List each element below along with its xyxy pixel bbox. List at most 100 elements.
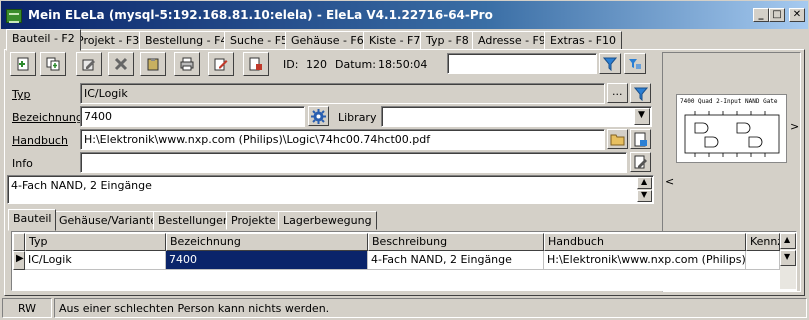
pencil-icon bbox=[634, 155, 647, 169]
filter-button[interactable] bbox=[599, 53, 621, 74]
delete-icon bbox=[114, 57, 128, 71]
table-vertical-scrollbar[interactable]: ▲ ▼ bbox=[780, 233, 796, 289]
tab-bestellung[interactable]: Bestellung - F4 bbox=[139, 31, 234, 50]
row-indicator-header bbox=[13, 233, 25, 251]
tab-typ[interactable]: Typ - F8 bbox=[420, 31, 475, 50]
scroll-up-button[interactable]: ▲ bbox=[637, 177, 652, 189]
window-title: Mein ELeLa (mysql-5:192.168.81.10:elela)… bbox=[28, 8, 493, 22]
handbuch-field[interactable]: H:\Elektronik\www.nxp.com (Philips)\Logi… bbox=[80, 129, 605, 150]
close-button[interactable]: ✕ bbox=[789, 8, 805, 22]
scroll-up-icon: ▲ bbox=[641, 177, 648, 186]
export-button[interactable] bbox=[243, 52, 269, 76]
beschreibung-scrollbar[interactable]: ▲ ▼ bbox=[637, 177, 652, 202]
copy-record-button[interactable] bbox=[40, 52, 66, 76]
id-label: ID: bbox=[283, 58, 299, 71]
maximize-button[interactable]: □ bbox=[769, 8, 785, 22]
filter-icon bbox=[634, 87, 648, 101]
typ-filter-button[interactable] bbox=[630, 83, 651, 103]
document-icon bbox=[634, 132, 647, 147]
detail-tab-gehaeuse-variante[interactable]: Gehäuse/Variante bbox=[54, 211, 162, 230]
title-bar[interactable]: Mein ELeLa (mysql-5:192.168.81.10:elela)… bbox=[0, 0, 809, 30]
row-indicator[interactable]: ▶ bbox=[13, 251, 25, 270]
info-field[interactable] bbox=[80, 152, 627, 173]
tab-projekt[interactable]: Projekt - F3 bbox=[71, 31, 146, 50]
filter-clear-icon bbox=[629, 59, 641, 69]
document-export-icon bbox=[249, 57, 262, 71]
open-document-button[interactable] bbox=[630, 129, 651, 149]
detail-tab-bauteil[interactable]: Bauteil bbox=[8, 209, 57, 231]
detail-tab-lagerbewegung[interactable]: Lagerbewegung bbox=[278, 211, 377, 230]
status-message: Aus einer schlechten Person kann nichts … bbox=[54, 298, 807, 318]
table-scroll-up-button[interactable]: ▲ bbox=[780, 233, 796, 249]
search-input[interactable] bbox=[447, 53, 597, 74]
clipboard-icon bbox=[147, 58, 159, 71]
copy-icon bbox=[46, 57, 60, 71]
scroll-down-button[interactable]: ▼ bbox=[637, 190, 652, 202]
table-scroll-down-button[interactable]: ▼ bbox=[780, 250, 796, 266]
save-button[interactable] bbox=[140, 52, 166, 76]
typ-browse-button[interactable]: ... bbox=[607, 83, 628, 103]
library-dropdown-button[interactable]: ▼ bbox=[634, 108, 650, 125]
folder-icon bbox=[610, 134, 625, 146]
pencil-note-icon bbox=[214, 58, 228, 71]
tab-suche[interactable]: Suche - F5 bbox=[224, 31, 295, 50]
delete-button[interactable] bbox=[108, 52, 134, 76]
cell-typ[interactable]: IC/Logik bbox=[25, 251, 166, 270]
new-icon bbox=[17, 57, 29, 71]
detail-tab-projekte[interactable]: Projekte bbox=[226, 211, 281, 230]
scroll-up-icon: ▲ bbox=[784, 235, 791, 244]
cell-beschreibung[interactable]: 4-Fach NAND, 2 Eingänge bbox=[368, 251, 544, 270]
notes-button[interactable] bbox=[208, 52, 234, 76]
gear-icon bbox=[311, 109, 326, 124]
tab-adresse[interactable]: Adresse - F9 bbox=[472, 31, 552, 50]
typ-field[interactable]: IC/Logik bbox=[80, 83, 605, 104]
typ-browse-label: ... bbox=[612, 85, 623, 98]
open-folder-button[interactable] bbox=[607, 129, 628, 149]
tab-kiste[interactable]: Kiste - F7 bbox=[363, 31, 427, 50]
id-value: 120 bbox=[306, 58, 327, 71]
detail-tab-bestellungen[interactable]: Bestellungen bbox=[153, 211, 235, 230]
parts-table[interactable]: Typ Bezeichnung Beschreibung Handbuch Ke… bbox=[11, 231, 797, 291]
tab-gehaeuse[interactable]: Gehäuse - F6 bbox=[285, 31, 370, 50]
filter-clear-button[interactable] bbox=[624, 53, 646, 74]
tab-extras[interactable]: Extras - F10 bbox=[544, 31, 623, 50]
typ-label: Typ bbox=[12, 88, 31, 101]
datasheet-image: 7400 Quad 2-Input NAND Gate bbox=[676, 94, 787, 163]
status-mode: RW bbox=[2, 298, 52, 318]
cell-bezeichnung[interactable]: 7400 bbox=[166, 251, 368, 270]
column-header-typ[interactable]: Typ bbox=[25, 233, 166, 251]
bezeichnung-label: Bezeichnung bbox=[12, 111, 83, 124]
filter-icon bbox=[603, 57, 617, 71]
current-row-icon: ▶ bbox=[16, 253, 24, 264]
library-select[interactable] bbox=[381, 106, 652, 127]
column-header-bezeichnung[interactable]: Bezeichnung bbox=[166, 233, 368, 251]
settings-button[interactable] bbox=[308, 106, 329, 126]
typ-label-text: Typ bbox=[12, 88, 31, 101]
info-edit-button[interactable] bbox=[630, 152, 651, 172]
status-bar: RW Aus einer schlechten Person kann nich… bbox=[0, 298, 809, 320]
column-header-beschreibung[interactable]: Beschreibung bbox=[368, 233, 544, 251]
scroll-down-icon: ▼ bbox=[641, 190, 648, 199]
column-header-handbuch[interactable]: Handbuch bbox=[544, 233, 746, 251]
bezeichnung-field[interactable]: 7400 bbox=[80, 106, 305, 127]
print-button[interactable] bbox=[174, 52, 200, 76]
cell-kennz[interactable] bbox=[746, 251, 780, 270]
info-label: Info bbox=[12, 157, 33, 170]
chevron-down-icon: ▼ bbox=[638, 110, 645, 120]
new-record-button[interactable] bbox=[10, 52, 36, 76]
scroll-down-icon: ▼ bbox=[784, 252, 791, 261]
printer-icon bbox=[180, 57, 194, 71]
datum-value: 18:50:04 bbox=[378, 58, 428, 71]
column-header-kennz[interactable]: Kennz bbox=[746, 233, 780, 251]
nand-gate-diagram bbox=[684, 111, 780, 157]
app-icon bbox=[6, 9, 22, 23]
edit-icon bbox=[82, 59, 95, 71]
tab-bauteil[interactable]: Bauteil - F2 bbox=[6, 29, 81, 51]
minimize-button[interactable]: _ bbox=[753, 8, 769, 22]
beschreibung-textarea[interactable]: 4-Fach NAND, 2 Eingänge bbox=[7, 175, 654, 204]
edit-record-button[interactable] bbox=[76, 52, 102, 76]
library-label: Library bbox=[338, 111, 377, 124]
preview-prev-icon: < bbox=[665, 175, 675, 188]
cell-handbuch[interactable]: H:\Elektronik\www.nxp.com (Philips)\Logi bbox=[544, 251, 746, 270]
datasheet-title: 7400 Quad 2-Input NAND Gate bbox=[680, 98, 778, 105]
